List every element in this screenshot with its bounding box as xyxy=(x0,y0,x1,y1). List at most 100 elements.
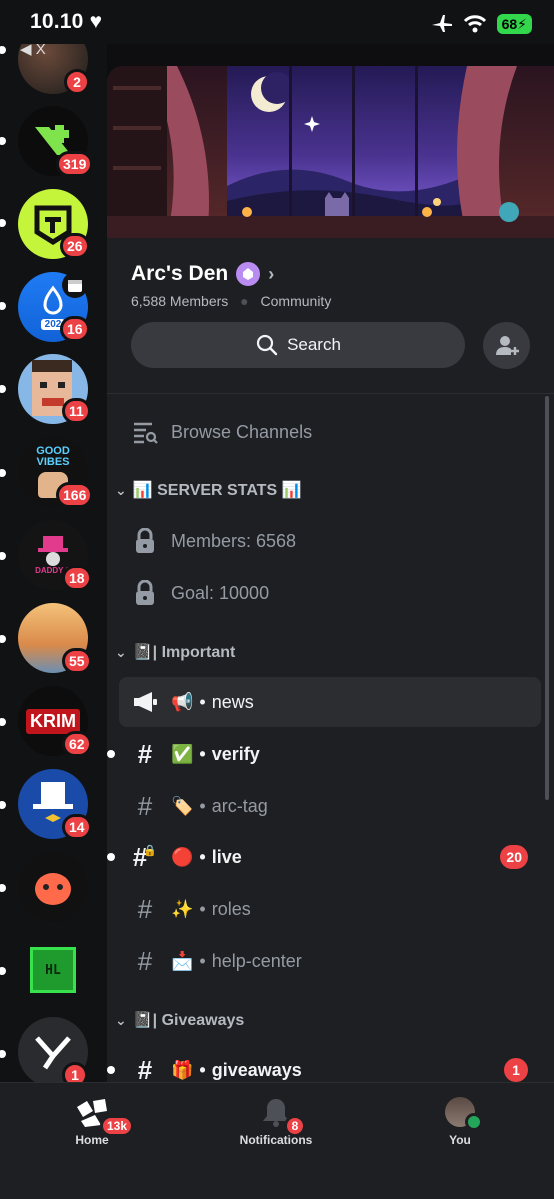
unread-indicator xyxy=(107,1066,115,1074)
unread-indicator xyxy=(0,1050,6,1058)
scrollbar[interactable] xyxy=(545,396,549,800)
tab-label: Home xyxy=(75,1133,109,1147)
channel-roles[interactable]: # ✨ • roles xyxy=(119,884,541,934)
channel-name: roles xyxy=(211,898,251,919)
server-title[interactable]: Arc's Den › xyxy=(131,262,274,286)
tab-you[interactable]: You xyxy=(400,1097,520,1147)
status-bar: 10.10 ♥ 68⚡ xyxy=(0,0,554,44)
tab-badge: 13k xyxy=(100,1115,135,1137)
channel-arc-tag[interactable]: # 🏷️ • arc-tag xyxy=(119,781,541,831)
server-icon[interactable]: HL xyxy=(18,935,88,1005)
unread-indicator xyxy=(0,219,6,227)
server-badge: 2 xyxy=(64,69,90,95)
airplane-icon xyxy=(431,15,452,32)
unread-indicator xyxy=(0,302,6,310)
unread-indicator xyxy=(0,385,6,393)
server-badge: 11 xyxy=(62,398,91,424)
back-to-app[interactable]: ◀ X xyxy=(20,40,46,58)
chevron-down-icon: ⌄ xyxy=(115,481,127,498)
server-banner xyxy=(107,66,554,238)
channel-name: Members: 6568 xyxy=(171,530,297,551)
unread-indicator xyxy=(0,801,6,809)
channel-name: news xyxy=(211,691,254,712)
server-badge: 18 xyxy=(62,565,92,591)
channel-emoji: ✨ xyxy=(171,898,194,919)
server-rail: 2 319 26 202 16 11 GOOD VIBES 166 DADDY … xyxy=(0,0,107,1082)
channel-emoji: 📢 xyxy=(171,691,194,712)
channel-name: giveaways xyxy=(211,1059,302,1080)
wifi-icon xyxy=(463,15,486,33)
online-status-indicator xyxy=(465,1113,483,1131)
search-button[interactable]: Search xyxy=(131,322,465,368)
clock: 10.10 ♥ xyxy=(30,10,103,33)
unread-indicator xyxy=(0,718,6,726)
server-badge: 16 xyxy=(60,316,90,342)
unread-indicator xyxy=(0,46,6,54)
server-badge: 1 xyxy=(62,1062,88,1082)
server-icon-text: KRIM xyxy=(26,708,80,734)
category-server-stats[interactable]: ⌄ 📊 SERVER STATS 📊 xyxy=(115,480,302,500)
server-badge: 55 xyxy=(62,648,92,674)
invite-button[interactable] xyxy=(483,322,530,369)
hashtag-icon: # xyxy=(137,893,153,924)
channel-help-center[interactable]: # 📩 • help-center xyxy=(119,936,541,986)
server-badge: 14 xyxy=(62,814,92,840)
mention-badge: 20 xyxy=(500,845,528,869)
voice-channel[interactable]: Goal: 10000 xyxy=(119,568,541,618)
chevron-down-icon: ⌄ xyxy=(115,1011,127,1028)
server-type: Community xyxy=(260,293,332,309)
unread-indicator xyxy=(0,552,6,560)
channel-giveaways[interactable]: # 🎁 • giveaways 1 xyxy=(119,1045,541,1082)
heart-icon: ♥ xyxy=(89,10,103,33)
mention-badge: 1 xyxy=(504,1058,528,1082)
channel-news[interactable]: 📢 • news xyxy=(119,677,541,727)
megaphone-icon xyxy=(119,691,171,713)
server-icon-text: HL xyxy=(30,947,76,993)
channel-name: arc-tag xyxy=(211,795,268,816)
chevron-down-icon: ⌄ xyxy=(115,643,127,660)
category-giveaways[interactable]: ⌄ 📓| Giveaways xyxy=(115,1010,244,1030)
unread-indicator xyxy=(0,635,6,643)
lock-icon xyxy=(119,528,171,554)
channel-name: verify xyxy=(211,743,260,764)
tab-notifications[interactable]: Notifications 8 xyxy=(216,1097,336,1147)
avatar xyxy=(445,1097,483,1131)
tab-badge: 8 xyxy=(284,1115,306,1137)
voice-channel[interactable]: Members: 6568 xyxy=(119,516,541,566)
battery-indicator: 68⚡ xyxy=(496,14,532,34)
channel-live[interactable]: # 🔒 🔴 • live 20 xyxy=(119,832,541,882)
unread-indicator xyxy=(0,884,6,892)
channel-name: help-center xyxy=(211,950,302,971)
unread-indicator xyxy=(107,750,115,758)
unread-indicator xyxy=(0,469,6,477)
browse-channels-icon xyxy=(119,420,171,444)
server-icon[interactable] xyxy=(18,852,88,922)
unread-indicator xyxy=(0,137,6,145)
add-user-icon xyxy=(495,335,519,355)
server-badge: 166 xyxy=(56,482,94,508)
calendar-icon xyxy=(62,272,88,298)
search-label: Search xyxy=(287,335,341,354)
hashtag-icon: # xyxy=(137,790,153,821)
search-icon xyxy=(256,334,278,356)
channel-emoji: 🎁 xyxy=(171,1059,194,1080)
locked-hashtag-icon: # 🔒 xyxy=(132,841,158,872)
tab-label: Notifications xyxy=(239,1133,313,1147)
tab-bar: Home 13k Notifications 8 You xyxy=(0,1082,554,1199)
browse-channels-button[interactable]: Browse Channels xyxy=(119,407,541,457)
category-label: 📓| Giveaways xyxy=(132,1012,245,1029)
channel-emoji: 🏷️ xyxy=(171,795,194,816)
browse-channels-label: Browse Channels xyxy=(171,421,313,442)
channel-verify[interactable]: # ✅ • verify xyxy=(119,729,541,779)
server-name: Arc's Den xyxy=(131,262,229,285)
channel-name: live xyxy=(211,846,242,867)
category-label: 📊 SERVER STATS 📊 xyxy=(132,482,302,499)
channel-emoji: ✅ xyxy=(171,743,194,764)
channel-panel: Arc's Den › 6,588 Members ● Community Se… xyxy=(107,66,554,1082)
member-count: 6,588 Members xyxy=(131,293,229,309)
server-badge: 26 xyxy=(60,233,90,259)
chevron-right-icon: › xyxy=(268,263,275,284)
category-important[interactable]: ⌄ 📓| Important xyxy=(115,642,235,662)
tab-home[interactable]: Home 13k xyxy=(32,1097,152,1147)
unread-indicator xyxy=(0,967,6,975)
